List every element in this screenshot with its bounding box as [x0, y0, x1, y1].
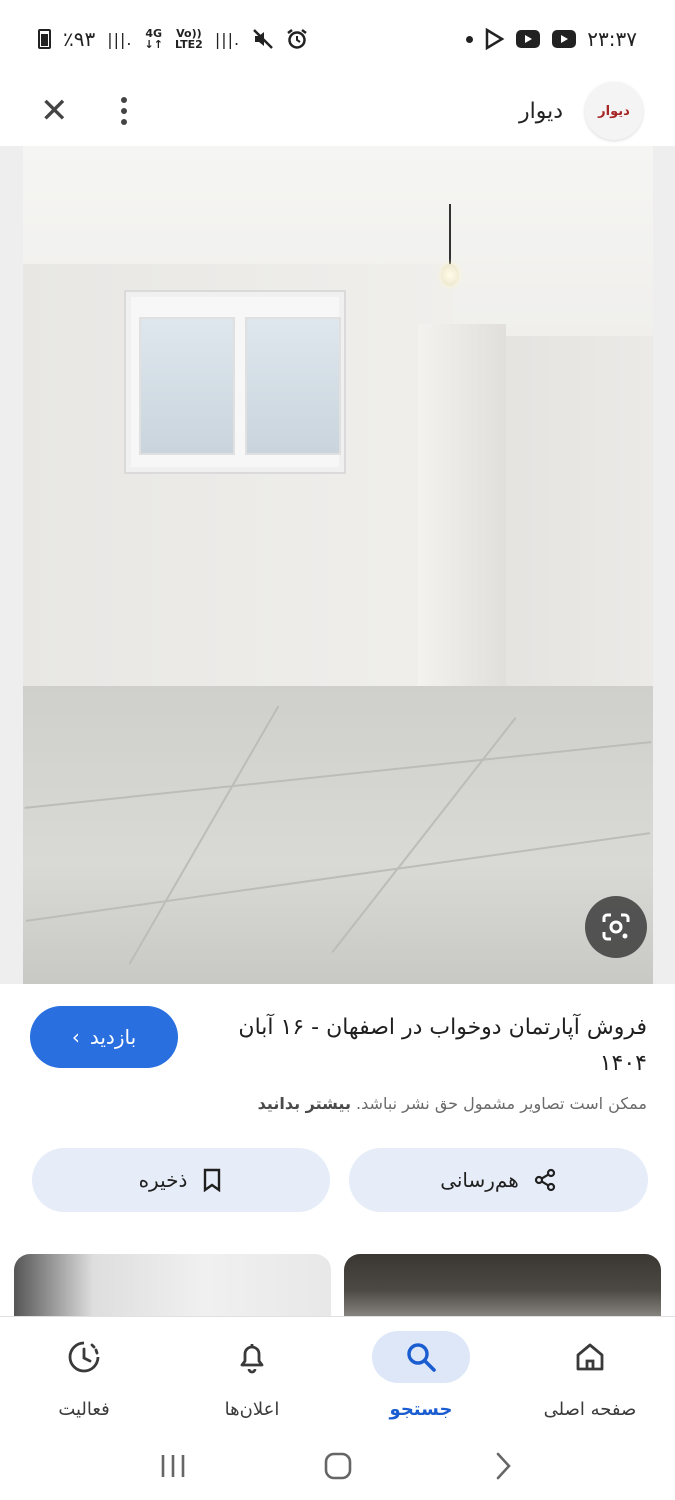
related-images: [0, 1254, 675, 1320]
google-lens-icon[interactable]: [585, 896, 647, 958]
site-info[interactable]: دیوار دیوار: [519, 82, 643, 140]
search-icon: [407, 1343, 436, 1372]
save-label: ذخیره: [138, 1168, 188, 1192]
nav-home[interactable]: صفحه اصلی: [506, 1325, 674, 1433]
related-image-thumb[interactable]: [344, 1254, 661, 1320]
close-icon[interactable]: ✕: [40, 94, 69, 128]
nav-alerts[interactable]: اعلان‌ها: [168, 1325, 336, 1433]
bottom-nav: فعالیت اعلان‌ها جستجو صفحه اصلی: [0, 1316, 675, 1432]
nav-activity[interactable]: فعالیت: [0, 1325, 168, 1433]
nav-icon-wrap: [35, 1331, 133, 1383]
site-name: دیوار: [518, 98, 563, 124]
window-pane: [245, 317, 341, 455]
nav-search-label: جستجو: [389, 1399, 453, 1420]
volte-indicator: Vo)) LTE2: [175, 28, 203, 50]
nav-icon-wrap: [372, 1331, 470, 1383]
top-bar: ✕ دیوار دیوار: [0, 78, 675, 144]
bell-icon: [240, 1344, 264, 1374]
more-vert-icon[interactable]: [120, 97, 127, 125]
listing-photo[interactable]: [23, 146, 653, 984]
listing-title[interactable]: فروش آپارتمان دوخواب در اصفهان - ۱۶ آبان…: [207, 1010, 647, 1082]
learn-more-link[interactable]: بیشتر بدانید: [258, 1094, 351, 1113]
action-row: ذخیره هم‌رسانی: [0, 1148, 675, 1212]
save-button[interactable]: ذخیره: [32, 1148, 330, 1212]
visit-button[interactable]: ‹ بازدید: [30, 1006, 178, 1068]
mute-icon: [253, 29, 273, 49]
listing-info: ‹ بازدید فروش آپارتمان دوخواب در اصفهان …: [0, 984, 675, 1254]
battery-percent: ٪۹۳: [63, 27, 96, 51]
photo-floor: [23, 686, 653, 984]
site-logo-text: دیوار: [598, 103, 630, 119]
youtube-icon: [516, 30, 541, 48]
nav-icon-wrap: [541, 1331, 639, 1383]
top-bar-actions: ✕: [40, 94, 127, 128]
floor-tile-line: [24, 741, 652, 809]
related-image-thumb[interactable]: [14, 1254, 331, 1320]
share-icon: [534, 1168, 555, 1192]
system-nav: [0, 1432, 675, 1500]
network-arrows-icon: ↓↑: [144, 38, 163, 51]
copyright-notice: ممکن است تصاویر مشمول حق نشر نباشد. بیشت…: [258, 1094, 647, 1113]
status-right: ۲۳:۳۷: [466, 27, 637, 51]
bookmark-icon: [204, 1168, 221, 1192]
floor-tile-line: [331, 716, 517, 954]
visit-label: بازدید: [89, 1025, 137, 1049]
nav-alerts-label: اعلان‌ها: [224, 1399, 280, 1420]
back-icon[interactable]: [473, 1446, 533, 1486]
lte-label: LTE2: [174, 38, 203, 51]
play-store-icon: [486, 28, 505, 50]
status-left: ٪۹۳ |||. 4G ↓↑ Vo)) LTE2 |||.: [38, 27, 308, 51]
floor-tile-line: [25, 832, 651, 922]
window-pane: [139, 317, 235, 455]
nav-activity-label: فعالیت: [58, 1399, 110, 1420]
alarm-icon: [287, 29, 307, 49]
recents-icon[interactable]: [143, 1446, 203, 1486]
photo-bulb-wire: [449, 204, 451, 266]
network-indicator: 4G ↓↑: [145, 28, 163, 50]
photo-window: [126, 292, 344, 472]
floor-tile-line: [128, 705, 280, 965]
home-icon: [576, 1343, 604, 1371]
image-viewer[interactable]: [0, 146, 675, 984]
photo-pillar: [418, 324, 506, 694]
status-bar: ٪۹۳ |||. 4G ↓↑ Vo)) LTE2 |||. ۲۳:۳۷: [0, 0, 675, 78]
home-circle-icon[interactable]: [308, 1446, 368, 1486]
signal-icon: |||.: [107, 29, 133, 49]
share-label: هم‌رسانی: [440, 1168, 519, 1192]
youtube-icon-2: [552, 30, 577, 48]
battery-icon: [38, 29, 51, 49]
chevron-left-icon: ‹: [71, 1025, 80, 1049]
photo-bulb: [441, 264, 459, 286]
nav-search[interactable]: جستجو: [337, 1325, 505, 1433]
notification-dot-icon: [466, 35, 474, 43]
activity-icon: [68, 1341, 100, 1373]
clock: ۲۳:۳۷: [587, 27, 637, 51]
signal-icon-2: |||.: [214, 29, 241, 49]
site-logo: دیوار: [585, 82, 643, 140]
nav-home-label: صفحه اصلی: [543, 1399, 637, 1420]
notice-text: ممکن است تصاویر مشمول حق نشر نباشد.: [356, 1094, 647, 1113]
share-button[interactable]: هم‌رسانی: [349, 1148, 648, 1212]
nav-icon-wrap: [203, 1331, 301, 1383]
